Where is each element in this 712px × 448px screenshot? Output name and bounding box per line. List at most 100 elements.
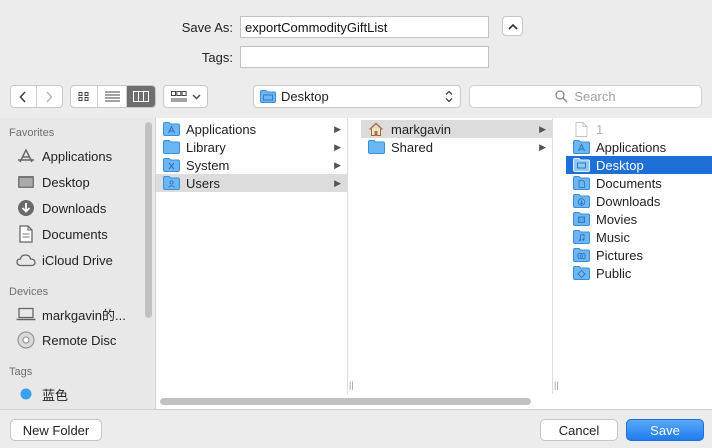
chevron-down-icon (192, 94, 200, 99)
list-item-markgavin[interactable]: markgavin ▶ (361, 120, 552, 138)
list-item-system[interactable]: System ▶ (156, 156, 347, 174)
folder-public-icon (572, 266, 590, 280)
sidebar-item-downloads[interactable]: Downloads (16, 198, 106, 218)
location-popup[interactable]: Desktop (253, 85, 461, 108)
sidebar-item-label: Downloads (42, 200, 107, 216)
sidebar-heading-tags: Tags (9, 366, 33, 378)
chevron-right-icon (46, 90, 53, 103)
folder-system-icon (162, 158, 180, 172)
list-item-documents[interactable]: Documents (566, 174, 712, 192)
list-item-label: Library (186, 139, 226, 155)
sidebar-item-label: Remote Disc (42, 332, 117, 348)
disclosure-arrow-icon: ▶ (539, 123, 546, 134)
save-as-input[interactable] (240, 16, 489, 38)
folder-desktop-icon (260, 90, 276, 103)
horizontal-scrollbar[interactable] (160, 398, 531, 405)
column-3: 1 Applications Desktop Documents Downloa… (566, 118, 712, 394)
list-item-file-1[interactable]: 1 (566, 120, 712, 138)
sidebar-item-label: 蓝色 (42, 387, 69, 403)
tags-row: Tags: (0, 46, 489, 68)
column-view-icon (132, 91, 149, 102)
folder-documents-icon (572, 176, 590, 190)
new-folder-button[interactable]: New Folder (10, 419, 102, 441)
folder-music-icon (572, 230, 590, 244)
list-item-shared[interactable]: Shared ▶ (361, 138, 552, 156)
back-button[interactable] (11, 86, 37, 107)
list-item-public[interactable]: Public (566, 264, 712, 282)
expand-dialog-button[interactable] (502, 16, 523, 36)
list-item-label: Pictures (596, 247, 643, 263)
laptop-icon (16, 305, 36, 323)
applications-icon (16, 147, 36, 165)
save-as-label: Save As: (181, 19, 233, 35)
sidebar: Favorites Applications Desktop Downloads… (0, 118, 155, 409)
list-item-label: Shared (391, 139, 433, 155)
list-item-applications[interactable]: Applications (566, 138, 712, 156)
folder-applications-icon (572, 140, 590, 154)
home-icon (367, 122, 385, 136)
column-view-button[interactable] (126, 86, 155, 107)
list-item-users[interactable]: Users ▶ (156, 174, 347, 192)
sidebar-item-computer[interactable]: markgavin的... (16, 304, 126, 324)
sidebar-item-icloud-drive[interactable]: iCloud Drive (16, 250, 113, 270)
sidebar-item-documents[interactable]: Documents (16, 224, 108, 244)
list-item-label: Documents (596, 175, 662, 191)
sidebar-scrollbar[interactable] (145, 122, 152, 318)
sidebar-item-label: markgavin的... (42, 307, 126, 323)
disc-icon (16, 331, 36, 349)
list-item-label: markgavin (391, 121, 451, 137)
arrange-button[interactable] (163, 85, 208, 108)
list-view-button[interactable] (98, 86, 127, 107)
list-item-label: Users (186, 175, 220, 191)
tags-input[interactable] (240, 46, 489, 68)
search-field[interactable]: Search (469, 85, 702, 108)
column-browser: Applications ▶ Library ▶ System ▶ Users … (155, 118, 712, 409)
folder-users-icon (162, 176, 180, 190)
sidebar-item-tag-blue[interactable]: 蓝色 (16, 384, 68, 404)
icon-view-icon (78, 91, 89, 101)
list-item-downloads[interactable]: Downloads (566, 192, 712, 210)
search-placeholder: Search (574, 89, 616, 104)
list-item-library[interactable]: Library ▶ (156, 138, 347, 156)
list-item-label: Music (596, 229, 630, 245)
disclosure-arrow-icon: ▶ (334, 141, 341, 152)
list-item-label: System (186, 157, 230, 173)
list-item-applications[interactable]: Applications ▶ (156, 120, 347, 138)
list-item-label: Movies (596, 211, 638, 227)
list-item-label: Public (596, 265, 632, 281)
tag-color-dot-icon (16, 385, 36, 403)
folder-downloads-icon (572, 194, 590, 208)
list-item-pictures[interactable]: Pictures (566, 246, 712, 264)
updown-chevron-icon (445, 90, 453, 103)
sidebar-item-remote-disc[interactable]: Remote Disc (16, 330, 116, 350)
list-view-icon (104, 91, 120, 102)
folder-icon (367, 140, 385, 154)
sidebar-item-applications[interactable]: Applications (16, 146, 112, 166)
sidebar-heading-favorites: Favorites (9, 127, 55, 139)
column-resize-handle[interactable]: || (554, 380, 559, 390)
list-item-label: Applications (596, 139, 667, 155)
search-icon (555, 90, 568, 103)
icon-view-button[interactable] (71, 86, 99, 107)
document-icon (572, 121, 590, 137)
disclosure-arrow-icon: ▶ (539, 141, 546, 152)
column-2: markgavin ▶ Shared ▶ || (361, 118, 559, 394)
list-item-label: Downloads (596, 193, 661, 209)
sidebar-item-label: iCloud Drive (42, 252, 113, 268)
chevron-left-icon (19, 90, 26, 103)
list-item-movies[interactable]: Movies (566, 210, 712, 228)
folder-icon (162, 140, 180, 154)
list-item-desktop[interactable]: Desktop (566, 156, 712, 174)
forward-button[interactable] (37, 86, 62, 107)
disclosure-arrow-icon: ▶ (334, 123, 341, 134)
column-resize-handle[interactable]: || (349, 380, 354, 390)
arrange-grid-icon (170, 91, 187, 102)
cancel-button[interactable]: Cancel (540, 419, 618, 441)
folder-applications-icon (162, 122, 180, 136)
desktop-icon (16, 173, 36, 191)
sidebar-heading-devices: Devices (9, 286, 49, 298)
sidebar-item-label: Applications (42, 148, 113, 164)
list-item-music[interactable]: Music (566, 228, 712, 246)
save-button[interactable]: Save (626, 419, 704, 441)
sidebar-item-desktop[interactable]: Desktop (16, 172, 90, 192)
